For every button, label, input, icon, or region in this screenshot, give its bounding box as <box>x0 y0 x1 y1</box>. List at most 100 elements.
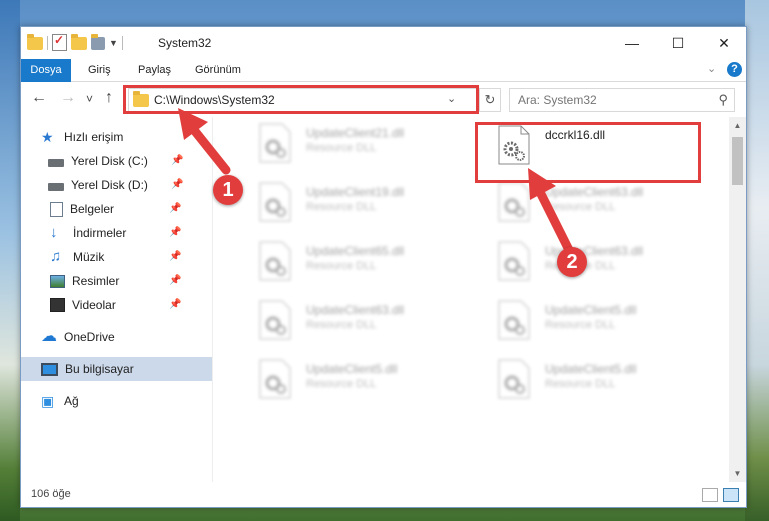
dll-file-icon <box>259 359 291 399</box>
file-item[interactable]: UpdateClient63.dll Resource DLL <box>259 298 489 342</box>
drive-icon <box>48 158 64 167</box>
file-name: UpdateClient5.dll <box>306 362 398 376</box>
sidebar-item-label: Yerel Disk (C:) <box>71 154 148 168</box>
file-type: Resource DLL <box>306 319 377 331</box>
file-item[interactable]: UpdateClient21.dll Resource DLL <box>259 121 489 165</box>
file-type: Resource DLL <box>306 142 377 154</box>
scroll-thumb[interactable] <box>732 137 743 185</box>
sidebar-item-local-disk-c[interactable]: Yerel Disk (C:) 📌 <box>21 149 212 173</box>
window-title: System32 <box>158 36 212 50</box>
customize-chevron-down-icon[interactable]: ▼ <box>109 38 118 48</box>
file-name: UpdateClient19.dll <box>306 185 405 199</box>
file-name: UpdateClient63.dll <box>545 185 644 199</box>
sidebar-item-label: Ağ <box>64 394 79 408</box>
sidebar-item-pictures[interactable]: Resimler 📌 <box>21 269 212 293</box>
pin-icon[interactable]: 📌 <box>169 227 181 238</box>
file-item[interactable]: UpdateClient63.dll Resource DLL <box>498 180 728 224</box>
callout-step-1: 1 <box>213 175 243 205</box>
sidebar-item-label: Bu bilgisayar <box>65 362 134 376</box>
details-view-icon[interactable] <box>702 488 718 502</box>
network-icon: ▣ <box>41 393 55 409</box>
sidebar-item-local-disk-d[interactable]: Yerel Disk (D:) 📌 <box>21 173 212 197</box>
tab-gorunum[interactable]: Görünüm <box>195 59 241 81</box>
title-bar: ▼ System32 — ☐ ✕ <box>21 27 746 59</box>
vertical-scrollbar[interactable]: ▲ ▼ <box>729 117 746 482</box>
file-name: UpdateClient65.dll <box>306 244 405 258</box>
scroll-up-arrow-icon[interactable]: ▲ <box>729 117 746 134</box>
sidebar-item-downloads[interactable]: ↓ İndirmeler 📌 <box>21 221 212 245</box>
sidebar-item-label: Hızlı erişim <box>64 130 124 144</box>
sidebar-item-this-pc[interactable]: Bu bilgisayar <box>21 357 212 381</box>
music-icon: ♫ <box>50 248 62 265</box>
file-name: UpdateClient21.dll <box>306 126 405 140</box>
forward-button[interactable]: → <box>60 89 76 107</box>
sidebar-item-quick-access[interactable]: ★ Hızlı erişim <box>21 125 212 149</box>
dll-file-icon <box>498 300 530 340</box>
toolbar-separator <box>47 35 48 50</box>
back-button[interactable]: ← <box>31 89 47 107</box>
refresh-button[interactable]: ↻ <box>479 88 501 112</box>
large-icons-view-icon[interactable] <box>723 488 739 502</box>
desktop-wallpaper-right <box>745 0 769 521</box>
download-icon: ↓ <box>50 224 58 241</box>
quick-access-toolbar: ▼ <box>27 33 123 51</box>
file-type: Resource DLL <box>306 201 377 213</box>
sidebar-item-videos[interactable]: Videolar 📌 <box>21 293 212 317</box>
sidebar-item-documents[interactable]: Belgeler 📌 <box>21 197 212 221</box>
documents-icon <box>50 201 63 217</box>
pin-icon[interactable]: 📌 <box>169 299 181 310</box>
customize-icon[interactable] <box>91 34 105 50</box>
pin-icon[interactable]: 📌 <box>169 203 181 214</box>
callout-step-2: 2 <box>557 247 587 277</box>
up-button[interactable]: ↑ <box>105 89 113 107</box>
pin-icon[interactable]: 📌 <box>169 251 181 262</box>
expand-ribbon-chevron-icon[interactable]: ⌄ <box>707 62 716 75</box>
item-count: 106 öğe <box>31 488 71 500</box>
sidebar-item-label: Müzik <box>73 250 105 264</box>
sidebar-item-music[interactable]: ♫ Müzik 📌 <box>21 245 212 269</box>
recent-locations-button[interactable]: ˅ <box>86 92 93 106</box>
dll-file-icon <box>259 182 291 222</box>
file-item[interactable]: UpdateClient19.dll Resource DLL <box>259 180 489 224</box>
sidebar-item-onedrive[interactable]: ☁ OneDrive <box>21 325 212 349</box>
drive-icon <box>48 182 64 191</box>
sidebar-item-label: Belgeler <box>70 202 115 216</box>
status-bar: 106 öğe <box>21 483 746 507</box>
tab-paylas[interactable]: Paylaş <box>138 59 171 81</box>
sidebar-item-network[interactable]: ▣ Ağ <box>21 389 212 413</box>
desktop-wallpaper-left <box>0 0 20 521</box>
dll-file-icon <box>259 123 291 163</box>
scroll-down-arrow-icon[interactable]: ▼ <box>729 465 746 482</box>
this-pc-icon <box>41 362 58 376</box>
file-item[interactable]: UpdateClient5.dll Resource DLL <box>498 298 728 342</box>
file-item[interactable]: UpdateClient5.dll Resource DLL <box>259 357 489 401</box>
onedrive-icon: ☁ <box>41 328 57 345</box>
star-icon: ★ <box>41 129 54 145</box>
help-icon[interactable]: ? <box>727 62 742 77</box>
dll-file-icon <box>498 182 530 222</box>
tab-giris[interactable]: Giriş <box>88 59 111 81</box>
videos-icon <box>50 298 65 312</box>
pin-icon[interactable]: 📌 <box>171 155 183 166</box>
file-name: UpdateClient5.dll <box>545 362 637 376</box>
new-folder-icon[interactable] <box>71 34 87 50</box>
pin-icon[interactable]: 📌 <box>171 179 183 190</box>
maximize-button[interactable]: ☐ <box>655 27 701 59</box>
file-item[interactable]: UpdateClient5.dll Resource DLL <box>498 357 728 401</box>
search-icon: ⚲ <box>718 92 728 107</box>
file-item[interactable]: UpdateClient65.dll Resource DLL <box>259 239 489 283</box>
pin-icon[interactable]: 📌 <box>169 275 181 286</box>
file-type: Resource DLL <box>545 319 616 331</box>
close-button[interactable]: ✕ <box>701 27 747 59</box>
minimize-button[interactable]: — <box>609 27 655 59</box>
sidebar-item-label: İndirmeler <box>73 226 127 240</box>
properties-icon[interactable] <box>52 33 67 51</box>
dll-file-icon <box>259 241 291 281</box>
file-item[interactable]: UpdateClient63.dll Resource DLL <box>498 239 728 283</box>
toolbar-separator <box>121 35 123 50</box>
file-type: Resource DLL <box>545 378 616 390</box>
search-box[interactable]: ⚲ <box>509 88 735 112</box>
search-input[interactable] <box>516 92 710 108</box>
folder-icon <box>27 34 43 50</box>
file-name: UpdateClient63.dll <box>306 303 405 317</box>
